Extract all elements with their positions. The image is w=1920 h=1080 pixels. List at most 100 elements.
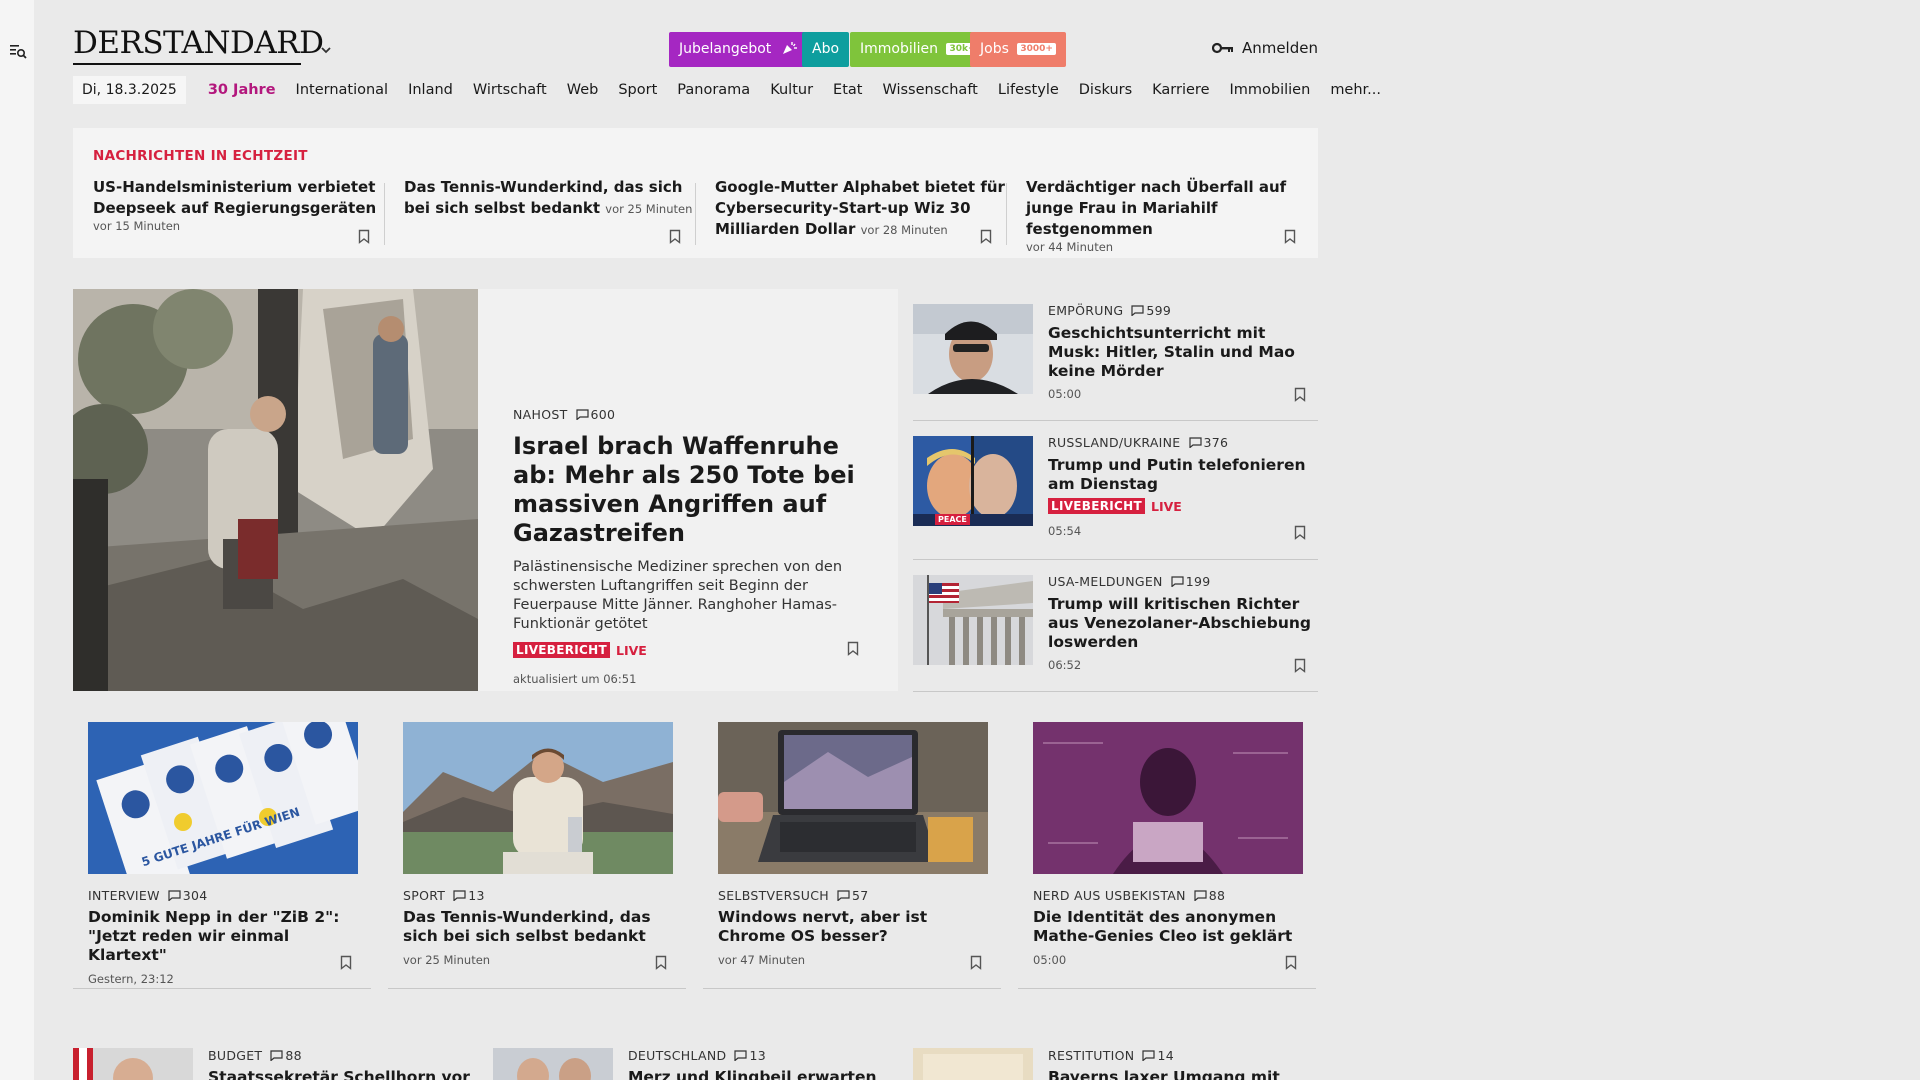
bookmark-icon[interactable]: [980, 229, 992, 244]
bookmark-icon[interactable]: [1294, 525, 1306, 540]
bookmark-icon[interactable]: [358, 229, 370, 244]
bottom-story-title[interactable]: Bayerns laxer Umgang mit NS-: [1048, 1068, 1313, 1080]
nav-item-30-jahre[interactable]: 30 Jahre: [208, 82, 276, 98]
comment-count[interactable]: 13: [453, 888, 485, 903]
bottom-story-title[interactable]: Merz und Klingbeil erwarten: [628, 1068, 893, 1080]
promo-immobilien-button[interactable]: Immobilien 30k+: [850, 32, 989, 67]
bookmark-icon[interactable]: [1285, 955, 1297, 970]
realtime-item[interactable]: Verdächtiger nach Überfall auf junge Fra…: [1006, 177, 1318, 254]
realtime-item[interactable]: Google-Mutter Alphabet bietet für Cybers…: [695, 177, 1007, 245]
chevron-down-icon[interactable]: [318, 43, 334, 57]
nav-item-etat[interactable]: Etat: [833, 82, 862, 98]
teaser-card-title[interactable]: Die Identität des anonymen Mathe-Genies …: [1033, 908, 1305, 946]
bottom-story[interactable]: BUDGET 88 Staatssekretär Schellhorn vor: [73, 1048, 478, 1080]
comment-count[interactable]: 13: [734, 1048, 766, 1063]
story-timestamp: 06:52: [1048, 658, 1082, 672]
side-story[interactable]: PEACE RUSSLAND/UKRAINE 376 Trump und Put…: [913, 421, 1318, 560]
menu-search-icon[interactable]: [9, 42, 27, 60]
bookmark-icon[interactable]: [1294, 387, 1306, 402]
comment-count[interactable]: 304: [168, 888, 208, 903]
realtime-item[interactable]: US-Handelsministerium verbietet Deepseek…: [93, 177, 385, 245]
story-timestamp: aktualisiert um 06:51: [513, 672, 637, 686]
nav-item-diskurs[interactable]: Diskurs: [1079, 82, 1132, 98]
realtime-item[interactable]: Das Tennis-Wunderkind, das sich bei sich…: [384, 177, 696, 245]
realtime-item-title[interactable]: Verdächtiger nach Überfall auf junge Fra…: [1026, 177, 1318, 240]
comment-count[interactable]: 600: [575, 407, 616, 422]
logo[interactable]: DERSTANDARD: [73, 28, 324, 59]
document-photo: [913, 1048, 1033, 1080]
comment-count[interactable]: 57: [837, 888, 869, 903]
realtime-item-title[interactable]: US-Handelsministerium verbietet Deepseek…: [93, 177, 385, 219]
bottom-story-image[interactable]: [913, 1048, 1033, 1080]
story-kicker: USA-MELDUNGEN 199: [1048, 574, 1313, 589]
bottom-story[interactable]: RESTITUTION 14 Bayerns laxer Umgang mit …: [913, 1048, 1318, 1080]
promo-abo-button[interactable]: Abo: [802, 32, 850, 67]
comment-count-value: 13: [468, 888, 485, 903]
teaser-card-title[interactable]: Windows nervt, aber ist Chrome OS besser…: [718, 908, 990, 946]
side-story[interactable]: USA-MELDUNGEN 199 Trump will kritischen …: [913, 560, 1318, 692]
comment-icon: [453, 890, 466, 901]
nav-item-panorama[interactable]: Panorama: [677, 82, 750, 98]
side-story-title[interactable]: Geschichtsunterricht mit Musk: Hitler, S…: [1048, 324, 1313, 381]
lead-story-image[interactable]: [73, 289, 478, 691]
teaser-card-title[interactable]: Das Tennis-Wunderkind, das sich bei sich…: [403, 908, 675, 946]
nav-item-karriere[interactable]: Karriere: [1152, 82, 1209, 98]
nav-item-more[interactable]: mehr...: [1330, 82, 1381, 98]
nav-item-wissenschaft[interactable]: Wissenschaft: [882, 82, 977, 98]
bookmark-icon[interactable]: [847, 641, 859, 656]
teaser-card[interactable]: 5 GUTE JAHRE FÜR WIEN INTERVIEW 304 Domi…: [73, 708, 371, 989]
bookmark-icon[interactable]: [1284, 229, 1296, 244]
nav-item-immobilien[interactable]: Immobilien: [1230, 82, 1311, 98]
nav-item-inland[interactable]: Inland: [408, 82, 453, 98]
side-story-title[interactable]: Trump will kritischen Richter aus Venezo…: [1048, 595, 1313, 652]
bottom-story-image[interactable]: [493, 1048, 613, 1080]
side-story-image[interactable]: PEACE: [913, 436, 1033, 526]
comment-count[interactable]: 199: [1171, 574, 1211, 589]
divider: [695, 183, 696, 245]
bookmark-icon[interactable]: [1294, 658, 1306, 673]
teaser-card[interactable]: SELBSTVERSUCH 57 Windows nervt, aber ist…: [703, 708, 1001, 989]
bookmark-icon[interactable]: [970, 955, 982, 970]
side-story-image[interactable]: [913, 304, 1033, 394]
comment-count[interactable]: 599: [1131, 303, 1171, 318]
story-kicker: RESTITUTION 14: [1048, 1048, 1313, 1063]
promo-jobs-button[interactable]: Jobs 3000+: [970, 32, 1066, 67]
lead-story[interactable]: NAHOST 600 Israel brach Waffenruhe ab: M…: [73, 289, 898, 691]
side-story-title[interactable]: Trump und Putin telefonieren am Dienstag: [1048, 456, 1313, 494]
nav-item-sport[interactable]: Sport: [618, 82, 657, 98]
comment-count[interactable]: 14: [1142, 1048, 1174, 1063]
bookmark-icon[interactable]: [669, 229, 681, 244]
bookmark-icon[interactable]: [655, 955, 667, 970]
teaser-card-image[interactable]: 5 GUTE JAHRE FÜR WIEN: [88, 722, 358, 874]
bookmark-icon[interactable]: [340, 955, 352, 970]
nav-item-wirtschaft[interactable]: Wirtschaft: [473, 82, 547, 98]
side-story-image[interactable]: [913, 575, 1033, 665]
nav-item-kultur[interactable]: Kultur: [770, 82, 813, 98]
promo-jubelangebot-button[interactable]: Jubelangebot: [669, 32, 808, 67]
teaser-card-image[interactable]: [403, 722, 673, 874]
bottom-story-title[interactable]: Staatssekretär Schellhorn vor: [208, 1068, 473, 1080]
side-story[interactable]: EMPÖRUNG 599 Geschichtsunterricht mit Mu…: [913, 289, 1318, 421]
comment-count[interactable]: 88: [270, 1048, 302, 1063]
nav-item-lifestyle[interactable]: Lifestyle: [998, 82, 1059, 98]
realtime-item-title[interactable]: Das Tennis-Wunderkind, das sich bei sich…: [404, 177, 696, 220]
bottom-story-image[interactable]: [73, 1048, 193, 1080]
lead-story-title[interactable]: Israel brach Waffenruhe ab: Mehr als 250…: [513, 432, 873, 548]
live-badge: LIVEBERICHT: [513, 642, 610, 658]
teaser-card-title[interactable]: Dominik Nepp in der "ZiB 2": "Jetzt rede…: [88, 908, 360, 965]
realtime-item-title[interactable]: Google-Mutter Alphabet bietet für Cybers…: [715, 177, 1007, 241]
realtime-news-panel: NACHRICHTEN IN ECHTZEIT US-Handelsminist…: [73, 128, 1318, 258]
teaser-card-image[interactable]: [1033, 722, 1303, 874]
comment-count[interactable]: 88: [1194, 888, 1226, 903]
teaser-card[interactable]: NERD AUS USBEKISTAN 88 Die Identität des…: [1018, 708, 1316, 989]
story-kicker: EMPÖRUNG 599: [1048, 303, 1313, 318]
nav-item-international[interactable]: International: [296, 82, 389, 98]
kicker-label: INTERVIEW: [88, 888, 160, 903]
comment-count[interactable]: 376: [1188, 435, 1229, 450]
bottom-story[interactable]: DEUTSCHLAND 13 Merz und Klingbeil erwart…: [493, 1048, 898, 1080]
teaser-card[interactable]: SPORT 13 Das Tennis-Wunderkind, das sich…: [388, 708, 686, 989]
nav-item-web[interactable]: Web: [567, 82, 599, 98]
teaser-card-image[interactable]: [718, 722, 988, 874]
login-button[interactable]: Anmelden: [1211, 39, 1318, 57]
comment-count-value: 88: [285, 1048, 302, 1063]
